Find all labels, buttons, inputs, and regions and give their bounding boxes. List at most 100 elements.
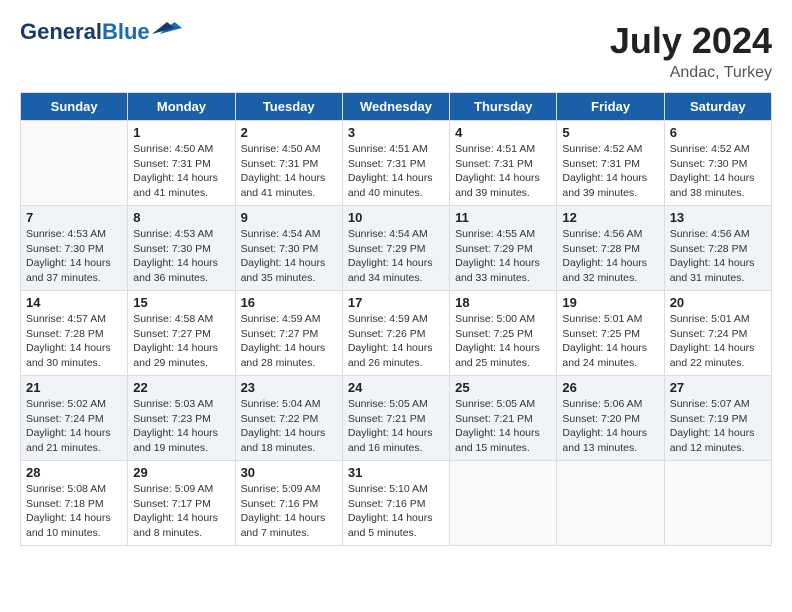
calendar-cell: 10 Sunrise: 4:54 AMSunset: 7:29 PMDayligh… xyxy=(342,206,449,291)
day-info: Sunrise: 4:55 AMSunset: 7:29 PMDaylight:… xyxy=(455,227,551,286)
calendar-cell: 8 Sunrise: 4:53 AMSunset: 7:30 PMDaylight… xyxy=(128,206,235,291)
calendar-cell: 26 Sunrise: 5:06 AMSunset: 7:20 PMDayligh… xyxy=(557,376,664,461)
calendar-cell: 1Sunrise: 4:50 AMSunset: 7:31 PMDaylight… xyxy=(128,121,235,206)
calendar-cell: 5 Sunrise: 4:52 AMSunset: 7:31 PMDaylight… xyxy=(557,121,664,206)
calendar-cell: 15Sunrise: 4:58 AMSunset: 7:27 PMDayligh… xyxy=(128,291,235,376)
day-info: Sunrise: 5:02 AMSunset: 7:24 PMDaylight:… xyxy=(26,397,122,456)
day-header-friday: Friday xyxy=(557,93,664,121)
day-number: 7 xyxy=(26,210,122,225)
week-row-2: 7 Sunrise: 4:53 AMSunset: 7:30 PMDaylight… xyxy=(21,206,772,291)
calendar-cell: 23Sunrise: 5:04 AMSunset: 7:22 PMDayligh… xyxy=(235,376,342,461)
day-info: Sunrise: 4:56 AMSunset: 7:28 PMDaylight:… xyxy=(670,227,766,286)
day-info: Sunrise: 4:50 AMSunset: 7:31 PMDaylight:… xyxy=(241,142,337,201)
day-info: Sunrise: 5:10 AMSunset: 7:16 PMDaylight:… xyxy=(348,482,444,541)
calendar-cell: 6Sunrise: 4:52 AMSunset: 7:30 PMDaylight… xyxy=(664,121,771,206)
day-info: Sunrise: 4:59 AMSunset: 7:26 PMDaylight:… xyxy=(348,312,444,371)
day-info: Sunrise: 5:06 AMSunset: 7:20 PMDaylight:… xyxy=(562,397,658,456)
day-info: Sunrise: 5:09 AMSunset: 7:16 PMDaylight:… xyxy=(241,482,337,541)
day-number: 18 xyxy=(455,295,551,310)
day-number: 10 xyxy=(348,210,444,225)
day-info: Sunrise: 4:52 AMSunset: 7:30 PMDaylight:… xyxy=(670,142,766,201)
day-number: 31 xyxy=(348,465,444,480)
day-info: Sunrise: 4:54 AMSunset: 7:29 PMDaylight:… xyxy=(348,227,444,286)
day-number: 29 xyxy=(133,465,229,480)
day-info: Sunrise: 5:09 AMSunset: 7:17 PMDaylight:… xyxy=(133,482,229,541)
calendar-cell: 7 Sunrise: 4:53 AMSunset: 7:30 PMDaylight… xyxy=(21,206,128,291)
day-number: 9 xyxy=(241,210,337,225)
header: GeneralBlue July 2024 Andac, Turkey xyxy=(20,20,772,82)
calendar-cell: 11 Sunrise: 4:55 AMSunset: 7:29 PMDayligh… xyxy=(450,206,557,291)
calendar-cell: 30 Sunrise: 5:09 AMSunset: 7:16 PMDayligh… xyxy=(235,461,342,546)
day-number: 14 xyxy=(26,295,122,310)
calendar-cell xyxy=(557,461,664,546)
day-number: 8 xyxy=(133,210,229,225)
week-row-4: 21 Sunrise: 5:02 AMSunset: 7:24 PMDayligh… xyxy=(21,376,772,461)
day-info: Sunrise: 4:51 AMSunset: 7:31 PMDaylight:… xyxy=(455,142,551,201)
day-number: 20 xyxy=(670,295,766,310)
day-header-thursday: Thursday xyxy=(450,93,557,121)
day-header-wednesday: Wednesday xyxy=(342,93,449,121)
calendar-cell: 12 Sunrise: 4:56 AMSunset: 7:28 PMDayligh… xyxy=(557,206,664,291)
calendar-cell: 24 Sunrise: 5:05 AMSunset: 7:21 PMDayligh… xyxy=(342,376,449,461)
day-number: 21 xyxy=(26,380,122,395)
day-header-tuesday: Tuesday xyxy=(235,93,342,121)
day-number: 26 xyxy=(562,380,658,395)
day-number: 27 xyxy=(670,380,766,395)
day-info: Sunrise: 5:07 AMSunset: 7:19 PMDaylight:… xyxy=(670,397,766,456)
calendar-cell xyxy=(21,121,128,206)
day-header-sunday: Sunday xyxy=(21,93,128,121)
day-info: Sunrise: 4:53 AMSunset: 7:30 PMDaylight:… xyxy=(26,227,122,286)
day-header-monday: Monday xyxy=(128,93,235,121)
calendar-cell: 21 Sunrise: 5:02 AMSunset: 7:24 PMDayligh… xyxy=(21,376,128,461)
calendar-cell xyxy=(664,461,771,546)
day-number: 5 xyxy=(562,125,658,140)
day-header-saturday: Saturday xyxy=(664,93,771,121)
calendar-cell: 16 Sunrise: 4:59 AMSunset: 7:27 PMDayligh… xyxy=(235,291,342,376)
calendar-cell: 2 Sunrise: 4:50 AMSunset: 7:31 PMDaylight… xyxy=(235,121,342,206)
calendar-cell: 20 Sunrise: 5:01 AMSunset: 7:24 PMDayligh… xyxy=(664,291,771,376)
day-info: Sunrise: 4:54 AMSunset: 7:30 PMDaylight:… xyxy=(241,227,337,286)
day-number: 30 xyxy=(241,465,337,480)
calendar-cell: 19Sunrise: 5:01 AMSunset: 7:25 PMDayligh… xyxy=(557,291,664,376)
day-number: 23 xyxy=(241,380,337,395)
day-number: 16 xyxy=(241,295,337,310)
day-info: Sunrise: 5:03 AMSunset: 7:23 PMDaylight:… xyxy=(133,397,229,456)
day-info: Sunrise: 5:05 AMSunset: 7:21 PMDaylight:… xyxy=(348,397,444,456)
day-number: 11 xyxy=(455,210,551,225)
day-info: Sunrise: 4:56 AMSunset: 7:28 PMDaylight:… xyxy=(562,227,658,286)
week-row-3: 14 Sunrise: 4:57 AMSunset: 7:28 PMDayligh… xyxy=(21,291,772,376)
day-info: Sunrise: 4:52 AMSunset: 7:31 PMDaylight:… xyxy=(562,142,658,201)
calendar-cell: 14 Sunrise: 4:57 AMSunset: 7:28 PMDayligh… xyxy=(21,291,128,376)
title-section: July 2024 Andac, Turkey xyxy=(610,20,772,82)
week-row-1: 1 Sunrise: 4:50 AMSunset: 7:31 PMDaylight… xyxy=(21,121,772,206)
day-number: 25 xyxy=(455,380,551,395)
day-info: Sunrise: 4:59 AMSunset: 7:27 PMDaylight:… xyxy=(241,312,337,371)
location: Andac, Turkey xyxy=(610,64,772,82)
day-number: 1 xyxy=(133,125,229,140)
day-number: 13 xyxy=(670,210,766,225)
day-number: 12 xyxy=(562,210,658,225)
calendar-cell: 9 Sunrise: 4:54 AMSunset: 7:30 PMDaylight… xyxy=(235,206,342,291)
day-info: Sunrise: 5:05 AMSunset: 7:21 PMDaylight:… xyxy=(455,397,551,456)
day-number: 4 xyxy=(455,125,551,140)
calendar-cell: 22 Sunrise: 5:03 AMSunset: 7:23 PMDayligh… xyxy=(128,376,235,461)
week-row-5: 28Sunrise: 5:08 AMSunset: 7:18 PMDayligh… xyxy=(21,461,772,546)
day-info: Sunrise: 4:58 AMSunset: 7:27 PMDaylight:… xyxy=(133,312,229,371)
calendar-cell: 4 Sunrise: 4:51 AMSunset: 7:31 PMDaylight… xyxy=(450,121,557,206)
calendar-cell: 29 Sunrise: 5:09 AMSunset: 7:17 PMDayligh… xyxy=(128,461,235,546)
day-number: 24 xyxy=(348,380,444,395)
day-number: 17 xyxy=(348,295,444,310)
day-info: Sunrise: 4:57 AMSunset: 7:28 PMDaylight:… xyxy=(26,312,122,371)
day-number: 2 xyxy=(241,125,337,140)
header-row: SundayMondayTuesdayWednesdayThursdayFrid… xyxy=(21,93,772,121)
calendar-cell: 17 Sunrise: 4:59 AMSunset: 7:26 PMDayligh… xyxy=(342,291,449,376)
day-info: Sunrise: 4:53 AMSunset: 7:30 PMDaylight:… xyxy=(133,227,229,286)
day-info: Sunrise: 5:01 AMSunset: 7:24 PMDaylight:… xyxy=(670,312,766,371)
calendar-cell: 18Sunrise: 5:00 AMSunset: 7:25 PMDayligh… xyxy=(450,291,557,376)
day-number: 22 xyxy=(133,380,229,395)
calendar-cell: 28Sunrise: 5:08 AMSunset: 7:18 PMDayligh… xyxy=(21,461,128,546)
calendar-cell: 25 Sunrise: 5:05 AMSunset: 7:21 PMDayligh… xyxy=(450,376,557,461)
day-info: Sunrise: 5:08 AMSunset: 7:18 PMDaylight:… xyxy=(26,482,122,541)
day-number: 3 xyxy=(348,125,444,140)
logo-icon xyxy=(152,19,182,37)
